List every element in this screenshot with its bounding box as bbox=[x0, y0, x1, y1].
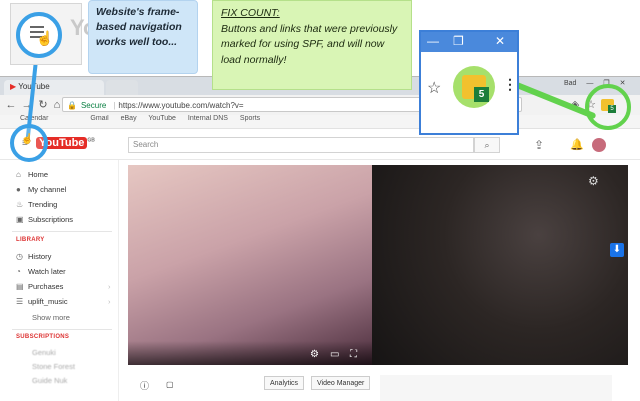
subscription-item[interactable]: Stone Forest bbox=[32, 360, 75, 374]
youtube-sidebar: ⌂ Home ● My channel ♨ Trending ▣ Subscriptio… bbox=[0, 160, 119, 401]
video-frame-right bbox=[372, 165, 628, 365]
sidebar-divider bbox=[12, 231, 112, 232]
sidebar-item-trending[interactable]: ♨ Trending bbox=[16, 198, 57, 212]
below-player-bar: ⓘ ▢ Analytics Video Manager bbox=[128, 369, 628, 401]
captions-icon[interactable]: ▢ bbox=[166, 380, 174, 389]
window-user: Bad bbox=[564, 80, 577, 87]
logo-country: GB bbox=[87, 137, 95, 144]
search-icon: ⌕ bbox=[484, 140, 490, 150]
annotation-gear-icon[interactable]: ⚙ bbox=[588, 174, 599, 188]
sidebar-divider bbox=[12, 329, 112, 330]
close-icon: ✕ bbox=[495, 34, 506, 48]
subscriptions-heading: SUBSCRIPTIONS bbox=[16, 334, 70, 340]
playlist-icon: ☰ bbox=[16, 297, 24, 306]
sidebar-item-subscriptions[interactable]: ▣ Subscriptions bbox=[16, 213, 73, 227]
extension-badge-small: 5 bbox=[608, 105, 616, 113]
theater-mode-icon[interactable]: ▭ bbox=[330, 349, 339, 360]
hand-cursor-icon: ☝ bbox=[36, 30, 54, 46]
related-panel bbox=[380, 375, 612, 401]
settings-gear-icon[interactable]: ⚙ bbox=[310, 349, 319, 360]
bookmark-star-icon: ☆ bbox=[427, 80, 442, 97]
bookmark-item[interactable]: Calendar bbox=[20, 115, 48, 122]
avatar[interactable] bbox=[592, 138, 606, 152]
search-input[interactable]: Search bbox=[128, 137, 474, 153]
analytics-button[interactable]: Analytics bbox=[264, 376, 305, 390]
secure-lock-icon: 🔒 bbox=[67, 101, 77, 110]
purchases-icon: ▤ bbox=[16, 282, 24, 291]
info-icon[interactable]: ⓘ bbox=[140, 379, 149, 392]
url-text: https://www.youtube.com/watch?v= bbox=[118, 101, 244, 110]
chevron-right-icon: › bbox=[108, 282, 111, 291]
secure-label: Secure bbox=[80, 101, 107, 110]
back-icon[interactable]: ← bbox=[4, 98, 18, 112]
sidebar-item-home[interactable]: ⌂ Home bbox=[16, 168, 48, 182]
tab-youtube[interactable]: ▶ YouTube bbox=[4, 80, 104, 95]
fullscreen-icon[interactable]: ⛶ bbox=[350, 349, 357, 360]
show-more-link[interactable]: Show more bbox=[32, 311, 70, 325]
my-channel-icon: ● bbox=[16, 185, 21, 194]
download-arrow-icon[interactable]: ⬇ bbox=[610, 243, 624, 257]
notifications-bell-icon[interactable]: 🔔 bbox=[570, 138, 584, 151]
bookmarks-bar: Calendar Gmail eBay YouTube Internal DNS… bbox=[0, 115, 640, 129]
trending-icon: ♨ bbox=[16, 200, 24, 209]
extension-badge: 5 bbox=[474, 87, 489, 102]
subscription-item[interactable]: Genuki bbox=[32, 346, 56, 360]
video-manager-button[interactable]: Video Manager bbox=[311, 376, 371, 390]
bookmark-item[interactable]: Internal DNS bbox=[188, 115, 228, 122]
zoom-window-titlebar: — ❐ ✕ bbox=[421, 32, 517, 52]
sidebar-item-playlist[interactable]: ☰ uplift_music › bbox=[16, 295, 111, 309]
bookmark-item[interactable]: Sports bbox=[240, 115, 260, 122]
sidebar-item-history[interactable]: ◷ History bbox=[16, 250, 51, 264]
library-heading: LIBRARY bbox=[16, 237, 45, 243]
youtube-masthead: ≡ YouTube GB Search ⌕ ⇪ 🔔 bbox=[0, 129, 640, 160]
note-fix-count: FIX COUNT: Buttons and links that were p… bbox=[212, 0, 412, 90]
browser-window: ▶ YouTube Bad — ❐ ✕ ← → ↻ ⌂ 🔒Secure|http… bbox=[0, 76, 640, 401]
youtube-tab-icon: ▶ bbox=[10, 82, 19, 91]
minimize-icon: — bbox=[427, 34, 439, 48]
hand-cursor-icon: ☝ bbox=[21, 134, 34, 145]
sidebar-item-purchases[interactable]: ▤ Purchases › bbox=[16, 280, 111, 294]
note-body: Buttons and links that were previously m… bbox=[221, 22, 398, 66]
bookmark-item[interactable]: Gmail bbox=[90, 115, 108, 122]
sidebar-item-my-channel[interactable]: ● My channel bbox=[16, 183, 66, 197]
zoom-hamburger-highlight: ☝ bbox=[16, 12, 62, 58]
subscription-item[interactable]: Guide Nuk bbox=[32, 374, 67, 388]
search-button[interactable]: ⌕ bbox=[474, 137, 500, 153]
bookmark-item[interactable]: YouTube bbox=[148, 115, 176, 122]
tab-new[interactable] bbox=[106, 80, 138, 95]
note-frame-navigation: Website's frame-based navigation works w… bbox=[88, 0, 198, 74]
video-frame-left bbox=[128, 165, 372, 365]
sidebar-item-watch-later[interactable]: ◔ Watch later bbox=[16, 265, 66, 279]
menu-dots-icon: ⋮ bbox=[503, 76, 517, 92]
bookmark-item[interactable]: eBay bbox=[121, 115, 137, 122]
chevron-right-icon: › bbox=[108, 297, 111, 306]
watch-later-icon: ◔ bbox=[16, 267, 21, 276]
zoom-browser-callout: — ❐ ✕ ☆ 5 ⋮ bbox=[419, 30, 519, 135]
upload-icon[interactable]: ⇪ bbox=[534, 138, 544, 152]
restore-icon: ❐ bbox=[453, 34, 464, 48]
home-icon: ⌂ bbox=[16, 170, 21, 179]
reload-icon[interactable]: ↻ bbox=[36, 98, 50, 112]
video-player[interactable]: ⚙ ▭ ⛶ ⚙ bbox=[128, 165, 628, 365]
minimize-icon[interactable]: — bbox=[586, 80, 593, 87]
close-icon[interactable]: ✕ bbox=[620, 80, 626, 87]
note-title: FIX COUNT: bbox=[221, 7, 280, 19]
subscriptions-icon: ▣ bbox=[16, 215, 24, 224]
history-icon: ◷ bbox=[16, 252, 23, 261]
